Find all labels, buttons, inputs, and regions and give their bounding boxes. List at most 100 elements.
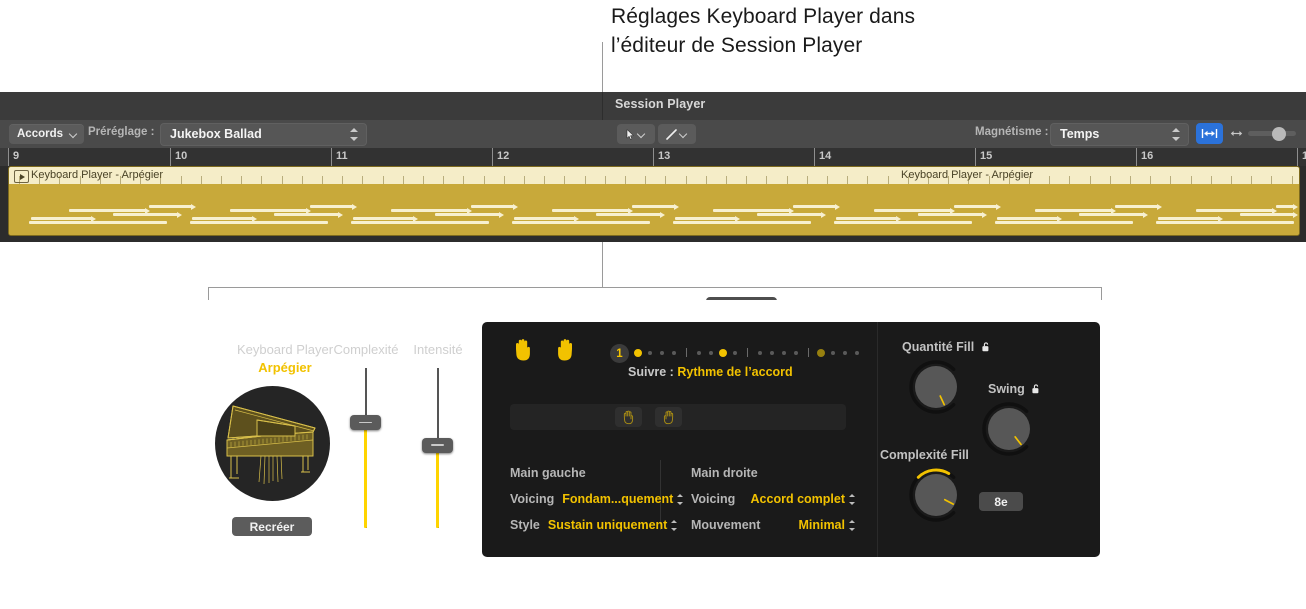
region-beat-tick: [200, 176, 202, 184]
slider-knob[interactable]: [422, 437, 453, 453]
follow-row[interactable]: Suivre : Rythme de l’accord: [628, 365, 793, 379]
pattern-dot[interactable]: [782, 350, 786, 355]
region-beat-tick: [1029, 176, 1030, 184]
right-hand-title: Main droite: [691, 466, 758, 480]
region-beat-tick: [342, 176, 344, 184]
region-beat-tick: [1008, 176, 1010, 184]
pattern-dot[interactable]: [843, 350, 847, 355]
ruler-bar-number: 9: [13, 150, 20, 162]
hand-icon: [663, 410, 674, 424]
swing-knob[interactable]: [980, 400, 1038, 463]
pattern-dot[interactable]: [719, 348, 727, 357]
intensity-slider[interactable]: Intensité: [395, 342, 481, 528]
region-beat-tick: [483, 176, 485, 184]
region-beat-tick: [1150, 176, 1152, 184]
ruler-bar-number: 12: [497, 150, 510, 162]
midi-note: [632, 205, 676, 208]
pattern-dot[interactable]: [697, 350, 701, 355]
preset-popup-button[interactable]: Jukebox Ballad: [160, 123, 367, 146]
pattern-dot[interactable]: [794, 350, 798, 355]
midi-note-head: [1293, 203, 1298, 210]
pattern-dot[interactable]: [634, 348, 642, 357]
midi-note-head: [674, 203, 679, 210]
midi-note: [310, 205, 354, 208]
pattern-dot[interactable]: [770, 350, 774, 355]
pattern-dot[interactable]: [648, 350, 652, 355]
step-badge[interactable]: 1: [610, 344, 629, 363]
ruler-bar-number: 1: [1302, 150, 1306, 162]
region-beat-tick: [59, 176, 61, 184]
region-beat-tick: [281, 176, 283, 184]
pattern-dot[interactable]: [733, 350, 737, 355]
hand-strip-button-right[interactable]: [655, 407, 682, 427]
lock-open-icon[interactable]: [982, 341, 991, 352]
region-beat-tick: [827, 176, 828, 184]
raised-hand-icon[interactable]: [554, 338, 576, 362]
fill-complexity-knob[interactable]: [907, 466, 965, 529]
midi-note-head: [821, 211, 826, 218]
region-beat-tick: [322, 176, 323, 184]
pattern-dot-row[interactable]: [634, 348, 859, 358]
hand-strip-button-left[interactable]: [615, 407, 642, 427]
chords-button[interactable]: Accords: [9, 124, 85, 144]
bar-ruler[interactable]: 9 10 11 12 13 14 15 16 1: [0, 148, 1306, 167]
ruler-bar-marker: 16: [1136, 148, 1153, 166]
ruler-left-pad: [0, 148, 8, 166]
stepper-arrows-icon: [350, 128, 359, 141]
raised-hand-icon[interactable]: [512, 338, 534, 362]
pattern-dot[interactable]: [817, 348, 825, 357]
snap-mode-button[interactable]: [1196, 123, 1223, 144]
horizontal-zoom-control[interactable]: [1230, 125, 1300, 142]
pattern-dot[interactable]: [758, 350, 762, 355]
region-name-left: Keyboard Player - Arpégier: [31, 169, 164, 181]
fill-amount-knob[interactable]: [907, 358, 965, 421]
annotation-bracket: [208, 287, 1102, 300]
swing-division-button[interactable]: 8e: [979, 492, 1023, 511]
zoom-slider-knob[interactable]: [1272, 126, 1286, 141]
right-hand-movement-row[interactable]: Mouvement Minimal: [691, 518, 856, 532]
snap-popup-button[interactable]: Temps: [1050, 123, 1189, 146]
pattern-dot[interactable]: [855, 350, 859, 355]
midi-note: [1035, 209, 1113, 212]
slider-knob[interactable]: [350, 415, 381, 431]
pattern-group-divider: [808, 348, 809, 357]
pattern-dot[interactable]: [672, 350, 676, 355]
region-beat-tick: [1109, 176, 1111, 184]
midi-note: [1240, 213, 1295, 216]
midi-note: [1079, 213, 1145, 216]
region-beat-tick: [261, 176, 263, 184]
right-hand-voicing-row[interactable]: Voicing Accord complet: [691, 492, 856, 506]
recreate-button[interactable]: Recréer: [232, 517, 312, 536]
region-note-display: [9, 184, 1299, 235]
left-hand-voicing-label: Voicing: [510, 492, 555, 506]
editor-toolbar: Accords Préréglage : Jukebox Ballad Magn…: [0, 120, 1306, 149]
midi-note: [995, 221, 1133, 224]
track-area: Keyboard Player - Arpégier Keyboard Play…: [0, 166, 1306, 242]
window-titlebar: Session Player: [0, 92, 1306, 120]
left-hand-voicing-row[interactable]: Voicing Fondam...quement: [510, 492, 684, 506]
midi-note: [675, 217, 737, 220]
midi-note: [1115, 205, 1159, 208]
pattern-dot[interactable]: [831, 350, 835, 355]
ruler-bar-number: 15: [980, 150, 993, 162]
midi-region[interactable]: Keyboard Player - Arpégier Keyboard Play…: [8, 166, 1300, 236]
pencil-tool-button[interactable]: [658, 124, 696, 144]
pattern-dot[interactable]: [660, 350, 664, 355]
ruler-bar-marker: 12: [492, 148, 509, 166]
midi-note: [353, 217, 415, 220]
region-beat-tick: [726, 176, 727, 184]
midi-note-head: [996, 203, 1001, 210]
pointer-tool-button[interactable]: [617, 124, 655, 144]
midi-note: [1156, 221, 1294, 224]
pattern-dot[interactable]: [709, 350, 713, 355]
zoom-slider-track[interactable]: [1248, 126, 1296, 141]
midi-note: [29, 221, 167, 224]
region-beat-tick: [503, 176, 505, 184]
follow-label: Suivre :: [628, 365, 674, 379]
snap-mode-icon: [1201, 129, 1218, 138]
ruler-bar-marker: 14: [814, 148, 831, 166]
region-beat-tick: [241, 176, 243, 184]
region-beat-tick: [79, 176, 81, 184]
left-hand-style-row[interactable]: Style Sustain uniquement: [510, 518, 678, 532]
lock-open-icon[interactable]: [1032, 383, 1041, 394]
